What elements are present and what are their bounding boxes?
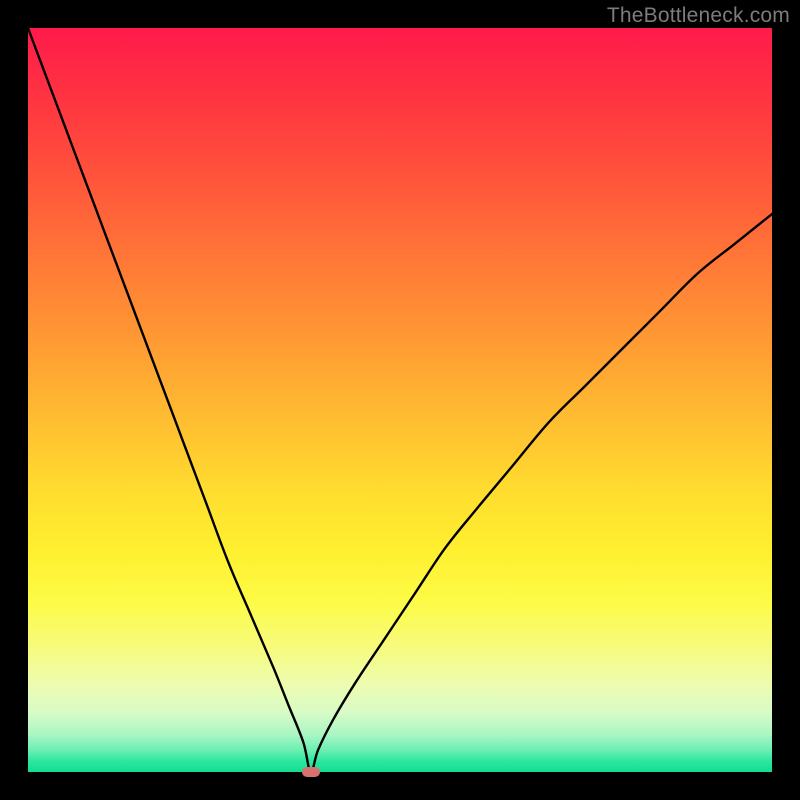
watermark-text: TheBottleneck.com (607, 4, 790, 28)
plot-area (28, 28, 772, 772)
bottleneck-curve (28, 28, 772, 772)
chart-frame: TheBottleneck.com (0, 0, 800, 800)
optimum-marker (302, 767, 320, 777)
